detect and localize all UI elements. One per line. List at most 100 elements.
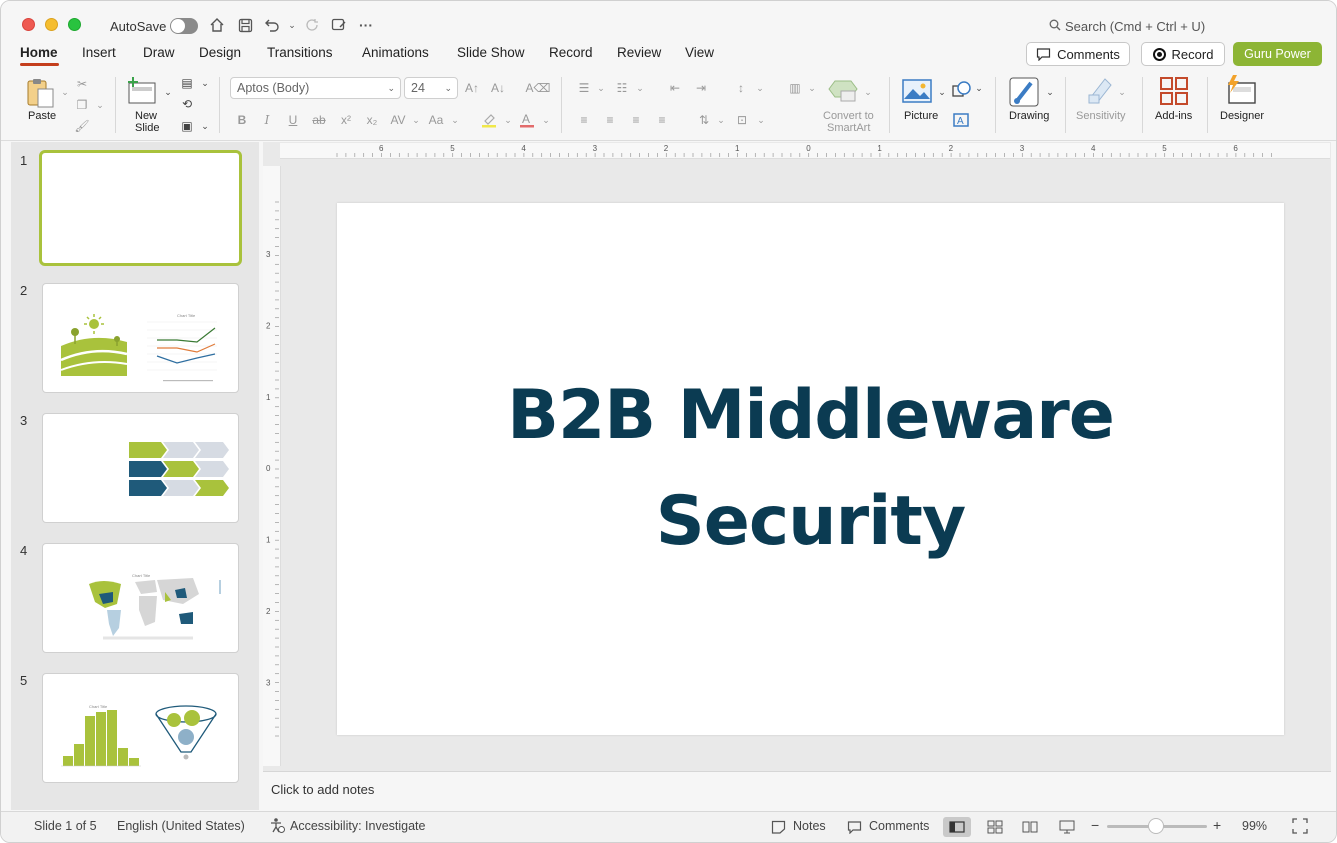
notes-toggle[interactable]: Notes xyxy=(793,819,826,833)
maximize-window-button[interactable] xyxy=(68,18,81,31)
align-text-icon[interactable]: ⊡ xyxy=(733,111,751,129)
search-field[interactable]: Search (Cmd + Ctrl + U) xyxy=(1049,19,1205,34)
undo-dropdown-icon[interactable]: ⌄ xyxy=(282,15,302,35)
numbering-icon[interactable]: ☷ xyxy=(613,79,631,97)
clear-formatting-icon[interactable]: A⌫ xyxy=(526,79,551,97)
increase-indent-icon[interactable]: ⇥ xyxy=(692,79,710,97)
slide-thumbnail-3[interactable] xyxy=(42,413,239,523)
sensitivity-icon[interactable] xyxy=(1087,75,1115,108)
shrink-font-icon[interactable]: A↓ xyxy=(489,79,507,97)
picture-dropdown-icon[interactable]: ⌄ xyxy=(933,83,951,101)
slide-show-icon[interactable] xyxy=(1053,817,1081,837)
redo-icon[interactable] xyxy=(302,15,322,35)
shapes-icon[interactable] xyxy=(952,81,972,102)
copy-icon[interactable]: ❐ xyxy=(73,96,91,114)
picture-icon[interactable] xyxy=(902,79,932,106)
align-center-icon[interactable]: ≡ xyxy=(601,111,619,129)
save-icon[interactable] xyxy=(235,15,255,35)
font-color-dropdown-icon[interactable]: ⌄ xyxy=(537,111,555,129)
strikethrough-icon[interactable]: ab xyxy=(310,111,328,129)
tab-animations[interactable]: Animations xyxy=(362,45,429,60)
change-case-icon[interactable]: Aa xyxy=(427,111,445,129)
slide-title[interactable]: B2B Middleware Security xyxy=(337,363,1284,575)
align-text-dropdown-icon[interactable]: ⌄ xyxy=(752,111,770,129)
bullets-dropdown-icon[interactable]: ⌄ xyxy=(592,79,610,97)
normal-view-icon[interactable] xyxy=(943,817,971,837)
smartart-dropdown-icon[interactable]: ⌄ xyxy=(859,83,877,101)
slide-thumbnail-1[interactable] xyxy=(39,150,242,266)
more-icon[interactable]: ··· xyxy=(356,15,376,35)
present-icon[interactable] xyxy=(329,15,349,35)
drawing-icon[interactable] xyxy=(1009,77,1041,110)
columns-icon[interactable]: ▥ xyxy=(786,79,804,97)
tab-design[interactable]: Design xyxy=(199,45,241,60)
align-left-icon[interactable]: ≡ xyxy=(575,111,593,129)
shapes-dropdown-icon[interactable]: ⌄ xyxy=(970,79,988,97)
tab-draw[interactable]: Draw xyxy=(143,45,175,60)
tab-review[interactable]: Review xyxy=(617,45,661,60)
numbering-dropdown-icon[interactable]: ⌄ xyxy=(631,79,649,97)
tab-home[interactable]: Home xyxy=(20,45,58,60)
font-size-combo[interactable]: 24 ⌄ xyxy=(404,77,458,99)
section-dropdown-icon[interactable]: ⌄ xyxy=(196,117,214,135)
undo-icon[interactable] xyxy=(262,15,282,35)
zoom-slider-handle[interactable] xyxy=(1148,818,1164,834)
character-spacing-icon[interactable]: AV xyxy=(389,111,407,129)
zoom-out-button[interactable]: − xyxy=(1091,817,1099,833)
record-button[interactable]: Record xyxy=(1141,42,1225,66)
font-name-combo[interactable]: Aptos (Body) ⌄ xyxy=(230,77,401,99)
bold-icon[interactable]: B xyxy=(233,111,251,129)
text-direction-icon[interactable]: ⇅ xyxy=(695,111,713,129)
slide-thumbnail-5[interactable]: Chart Title xyxy=(42,673,239,783)
new-slide-dropdown-icon[interactable]: ⌄ xyxy=(159,83,177,101)
language[interactable]: English (United States) xyxy=(117,819,245,833)
paste-icon[interactable] xyxy=(25,77,57,112)
section-icon[interactable]: ▣ xyxy=(178,117,196,135)
layout-icon[interactable]: ▤ xyxy=(178,74,196,92)
decrease-indent-icon[interactable]: ⇤ xyxy=(666,79,684,97)
fit-to-window-icon[interactable] xyxy=(1292,818,1308,837)
justify-icon[interactable]: ≡ xyxy=(653,111,671,129)
smartart-icon[interactable] xyxy=(827,77,859,106)
tab-slide-show[interactable]: Slide Show xyxy=(457,45,525,60)
character-spacing-dropdown-icon[interactable]: ⌄ xyxy=(407,111,425,129)
cut-icon[interactable]: ✂ xyxy=(73,75,91,93)
designer-icon[interactable] xyxy=(1225,75,1257,108)
bullets-icon[interactable]: ☰ xyxy=(575,79,593,97)
slide-sorter-icon[interactable] xyxy=(981,817,1009,837)
highlight-icon[interactable] xyxy=(480,111,498,129)
current-slide[interactable]: B2B Middleware Security xyxy=(337,203,1284,735)
tab-transitions[interactable]: Transitions xyxy=(267,45,333,60)
accessibility-status[interactable]: Accessibility: Investigate xyxy=(290,819,425,833)
columns-dropdown-icon[interactable]: ⌄ xyxy=(803,79,821,97)
zoom-in-button[interactable]: + xyxy=(1213,817,1221,833)
addins-icon[interactable] xyxy=(1160,77,1188,108)
line-spacing-icon[interactable]: ↕ xyxy=(732,79,750,97)
notes-icon[interactable] xyxy=(771,820,786,837)
guru-power-button[interactable]: Guru Power xyxy=(1233,42,1322,66)
superscript-icon[interactable]: x² xyxy=(337,111,355,129)
subscript-icon[interactable]: x₂ xyxy=(363,111,381,129)
comments-status-icon[interactable] xyxy=(847,820,862,837)
text-box-icon[interactable]: A xyxy=(952,112,970,131)
underline-icon[interactable]: U xyxy=(284,111,302,129)
new-slide-icon[interactable] xyxy=(127,77,159,108)
sensitivity-dropdown-icon[interactable]: ⌄ xyxy=(1113,83,1131,101)
comments-button[interactable]: Comments xyxy=(1026,42,1130,66)
paste-dropdown-icon[interactable]: ⌄ xyxy=(56,83,74,101)
change-case-dropdown-icon[interactable]: ⌄ xyxy=(446,111,464,129)
home-icon[interactable] xyxy=(207,15,227,35)
slide-thumbnail-4[interactable]: Chart Title xyxy=(42,543,239,653)
grow-font-icon[interactable]: A↑ xyxy=(463,79,481,97)
slide-thumbnail-2[interactable]: Chart Title xyxy=(42,283,239,393)
minimize-window-button[interactable] xyxy=(45,18,58,31)
tab-record[interactable]: Record xyxy=(549,45,593,60)
font-color-icon[interactable]: A xyxy=(518,111,536,129)
close-window-button[interactable] xyxy=(22,18,35,31)
tab-insert[interactable]: Insert xyxy=(82,45,116,60)
autosave-toggle[interactable] xyxy=(170,18,198,34)
italic-icon[interactable]: I xyxy=(258,111,276,129)
notes-pane[interactable]: Click to add notes xyxy=(263,771,1331,811)
highlight-dropdown-icon[interactable]: ⌄ xyxy=(499,111,517,129)
tab-view[interactable]: View xyxy=(685,45,714,60)
